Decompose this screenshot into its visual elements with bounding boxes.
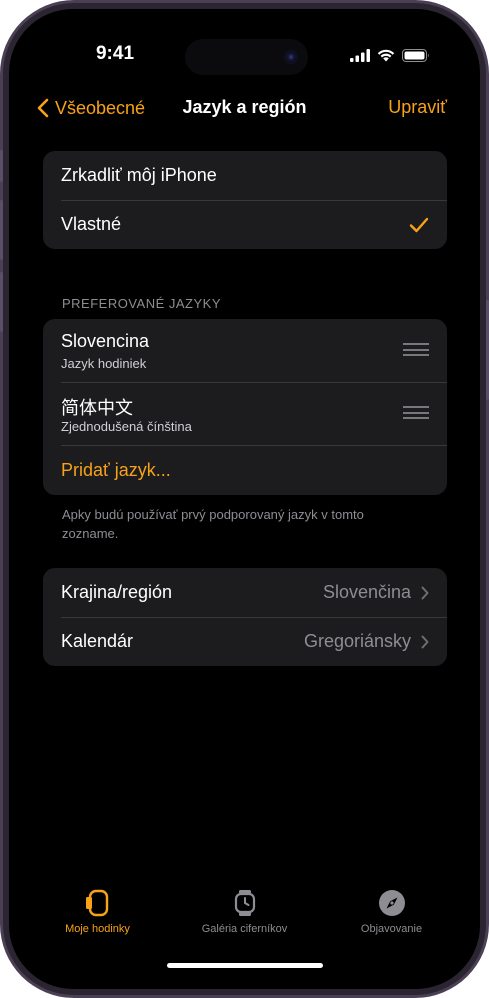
language-row-chinese[interactable]: 简体中文 Zjednodušená čínština xyxy=(43,382,447,445)
tab-label: Objavovanie xyxy=(360,923,423,935)
screen: 9:41 Všeobecné Jazyk a región Upraviť Zr… xyxy=(9,9,480,989)
preferred-languages-header: PREFEROVANÉ JAZYKY xyxy=(62,296,222,311)
tab-label: Galéria ciferníkov xyxy=(201,923,288,935)
reorder-handle-icon[interactable] xyxy=(403,406,429,419)
home-indicator[interactable] xyxy=(167,963,323,968)
region-label: Krajina/región xyxy=(61,582,173,602)
custom-label: Vlastné xyxy=(61,214,122,234)
add-language-button[interactable]: Pridať jazyk... xyxy=(43,445,447,495)
camera-icon xyxy=(284,50,298,64)
checkmark-icon xyxy=(409,217,429,232)
side-button-volume-down xyxy=(0,272,3,332)
status-time: 9:41 xyxy=(95,43,135,64)
region-group: Krajina/región Slovenčina Kalendár Grego… xyxy=(43,568,447,666)
region-value: Slovenčina xyxy=(322,582,411,602)
mode-group: Zrkadliť môj iPhone Vlastné xyxy=(43,151,447,249)
watch-icon xyxy=(234,890,255,916)
battery-icon xyxy=(402,48,429,62)
mirror-iphone-label: Zrkadliť môj iPhone xyxy=(61,165,217,185)
calendar-label: Kalendár xyxy=(61,631,134,651)
edit-button[interactable]: Upraviť xyxy=(388,97,447,118)
reorder-handle-icon[interactable] xyxy=(403,343,429,356)
add-language-label: Pridať jazyk... xyxy=(61,460,171,480)
dynamic-island xyxy=(185,39,308,75)
language-row-slovak[interactable]: Slovencina Jazyk hodiniek xyxy=(43,319,447,382)
language-name: Slovencina xyxy=(61,331,150,351)
chevron-right-icon xyxy=(421,635,429,648)
language-subtitle: Zjednodušená čínština xyxy=(61,419,192,434)
custom-row[interactable]: Vlastné xyxy=(43,200,447,249)
region-row[interactable]: Krajina/región Slovenčina xyxy=(43,568,447,617)
chevron-right-icon xyxy=(421,586,429,599)
languages-footnote: Apky budú používať prvý podporovaný jazy… xyxy=(62,507,364,541)
cellular-signal-icon xyxy=(350,48,370,62)
tab-bar: Moje hodinky Galéria ciferníkov Objavova… xyxy=(9,879,480,939)
language-subtitle: Jazyk hodiniek xyxy=(61,356,147,371)
languages-group: Slovencina Jazyk hodiniek 简体中文 Zjednoduš… xyxy=(43,319,447,495)
compass-icon xyxy=(378,890,405,916)
mirror-iphone-row[interactable]: Zrkadliť môj iPhone xyxy=(43,151,447,200)
watch-face-icon xyxy=(85,889,108,917)
side-button-volume-up xyxy=(0,200,3,260)
calendar-row[interactable]: Kalendár Gregoriánsky xyxy=(43,617,447,666)
calendar-value: Gregoriánsky xyxy=(303,631,411,651)
tab-label: Moje hodinky xyxy=(65,923,130,935)
wifi-icon xyxy=(377,49,395,61)
side-button-mute xyxy=(0,150,3,182)
language-name: 简体中文 xyxy=(61,398,133,418)
status-icons xyxy=(350,47,430,63)
